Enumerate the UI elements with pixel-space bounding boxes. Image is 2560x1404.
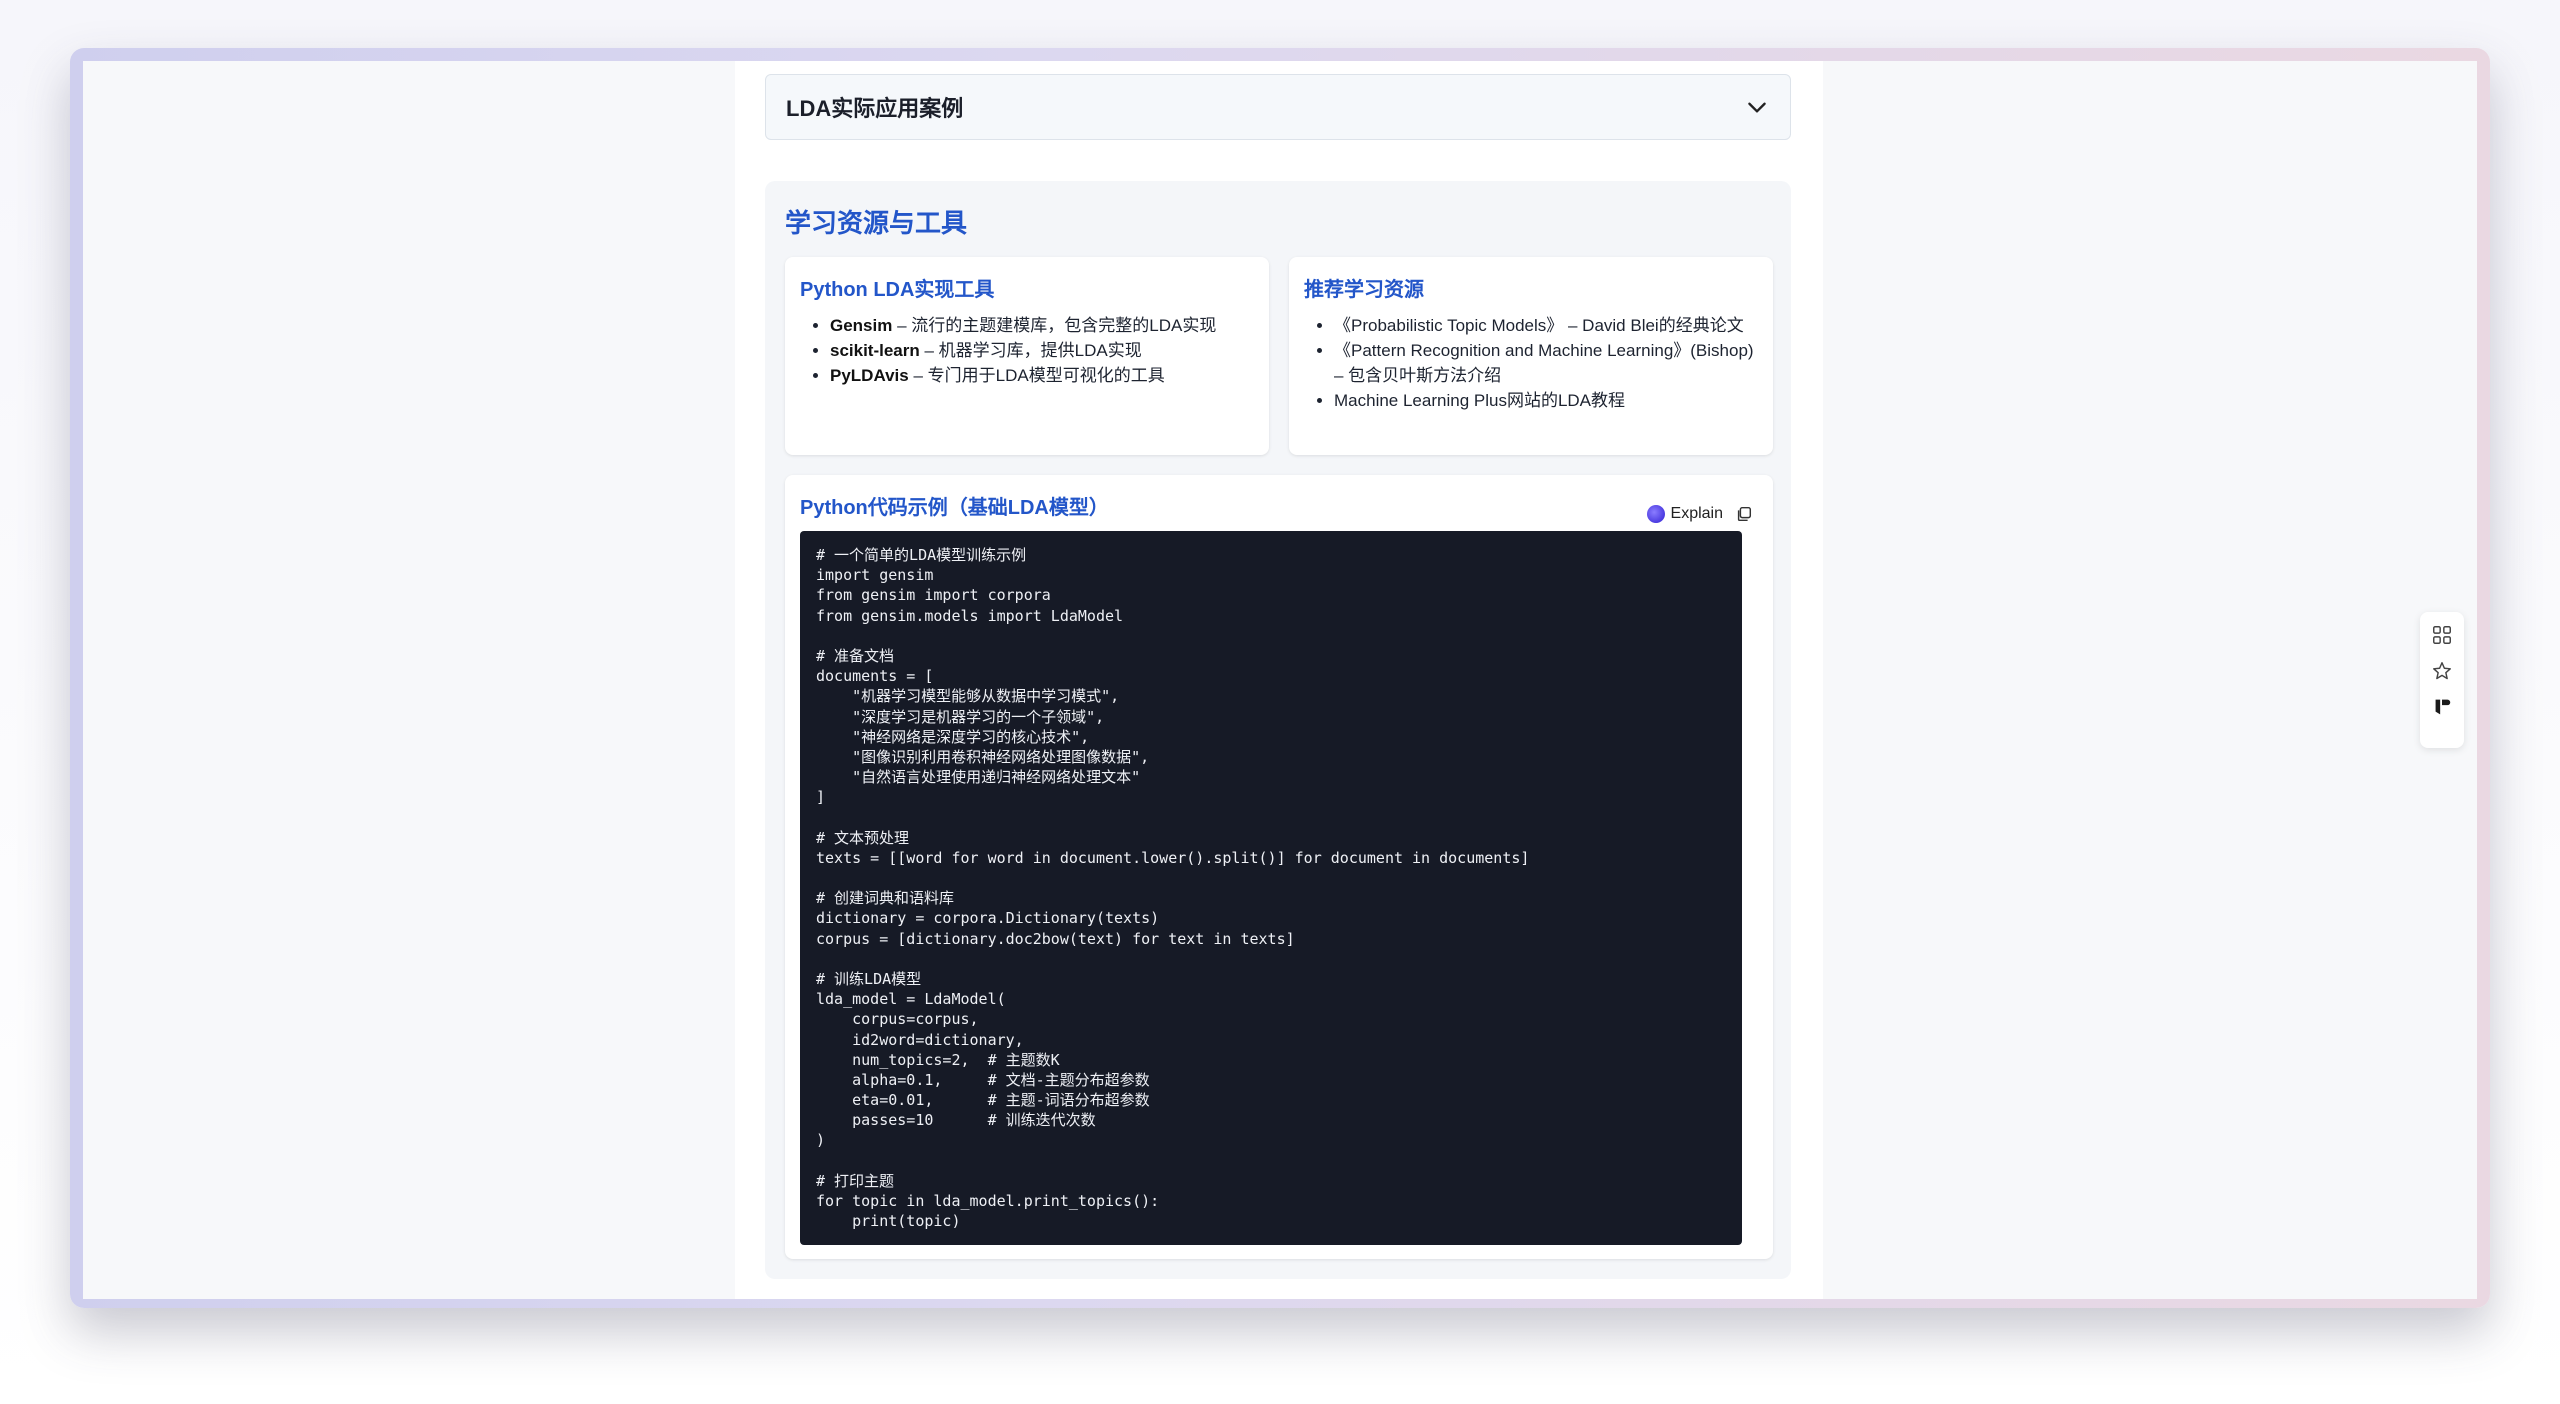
- learning-card-title: 推荐学习资源: [1304, 279, 1424, 301]
- code-line: corpus = [dictionary.doc2bow(text) for t…: [816, 929, 1295, 948]
- code-line: # 训练LDA模型: [816, 969, 922, 988]
- code-line: "机器学习模型能够从数据中学习模式",: [816, 687, 1120, 706]
- list-item: scikit-learn – 机器学习库，提供LDA实现: [830, 338, 1216, 363]
- chevron-down-icon[interactable]: [1744, 94, 1770, 120]
- tools-card: Python LDA实现工具 Gensim – 流行的主题建模库，包含完整的LD…: [785, 257, 1269, 455]
- grid-icon[interactable]: [2431, 624, 2453, 646]
- tools-card-title: Python LDA实现工具: [800, 279, 995, 301]
- code-line: import gensim: [816, 566, 934, 585]
- code-line: # 准备文档: [816, 646, 895, 665]
- code-card: Python代码示例（基础LDA模型） Explain # 一个简单的LDA模型…: [785, 475, 1773, 1259]
- accordion-lda-cases[interactable]: LDA实际应用案例: [765, 74, 1791, 140]
- main-content-column: LDA实际应用案例 学习资源与工具 Python LDA实现工具 Gensim …: [735, 61, 1823, 1299]
- accordion-title: LDA实际应用案例: [786, 96, 964, 121]
- learning-card: 推荐学习资源 《Probabilistic Topic Models》 – Da…: [1289, 257, 1773, 455]
- code-line: documents = [: [816, 667, 934, 686]
- brand-icon[interactable]: [2431, 696, 2453, 718]
- tool-desc: – 流行的主题建模库，包含完整的LDA实现: [892, 316, 1217, 335]
- section-title: 学习资源与工具: [785, 208, 968, 238]
- star-icon[interactable]: [2431, 660, 2453, 682]
- code-line: ]: [816, 788, 826, 807]
- code-line: eta=0.01, # 主题-词语分布超参数: [816, 1091, 1150, 1110]
- code-line: for topic in lda_model.print_topics():: [816, 1192, 1160, 1210]
- tools-list: Gensim – 流行的主题建模库，包含完整的LDA实现 scikit-lear…: [800, 313, 1216, 388]
- code-line: # 文本预处理: [816, 828, 910, 847]
- code-line: "神经网络是深度学习的核心技术",: [816, 727, 1090, 746]
- list-item: PyLDAvis – 专门用于LDA模型可视化的工具: [830, 363, 1216, 388]
- explain-button[interactable]: Explain: [1646, 505, 1723, 523]
- code-line: lda_model = LdaModel(: [816, 990, 1006, 1009]
- code-line: "深度学习是机器学习的一个子领域",: [816, 707, 1105, 726]
- tool-desc: – 专门用于LDA模型可视化的工具: [908, 366, 1165, 385]
- learning-list: 《Probabilistic Topic Models》 – David Ble…: [1304, 313, 1754, 413]
- tool-desc: – 机器学习库，提供LDA实现: [919, 341, 1142, 360]
- code-line: corpus=corpus,: [816, 1010, 979, 1029]
- code-line: # 打印主题: [816, 1171, 895, 1190]
- browser-window: LDA实际应用案例 学习资源与工具 Python LDA实现工具 Gensim …: [83, 61, 2477, 1299]
- code-line: ): [816, 1131, 826, 1150]
- explain-label: Explain: [1670, 505, 1723, 522]
- code-card-title: Python代码示例（基础LDA模型）: [800, 497, 1109, 519]
- list-item: Machine Learning Plus网站的LDA教程: [1334, 388, 1754, 413]
- code-line: "自然语言处理使用递归神经网络处理文本": [816, 768, 1141, 787]
- tool-name: PyLDAvis: [830, 366, 909, 385]
- code-line: num_topics=2, # 主题数K: [816, 1050, 1060, 1069]
- code-line: alpha=0.1, # 文档-主题分布超参数: [816, 1070, 1150, 1089]
- resources-section: 学习资源与工具 Python LDA实现工具 Gensim – 流行的主题建模库…: [765, 181, 1791, 1279]
- code-line: print(topic): [816, 1212, 961, 1231]
- explain-icon: [1646, 505, 1665, 523]
- code-line: id2word=dictionary,: [816, 1030, 1024, 1049]
- side-toolbar: [2420, 612, 2464, 748]
- code-toolbar: Explain: [1646, 505, 1753, 523]
- tool-name: scikit-learn: [830, 341, 920, 360]
- list-item: 《Pattern Recognition and Machine Learnin…: [1334, 338, 1754, 388]
- list-item: 《Probabilistic Topic Models》 – David Ble…: [1334, 313, 1754, 338]
- code-line: # 一个简单的LDA模型训练示例: [816, 546, 1027, 564]
- code-block[interactable]: # 一个简单的LDA模型训练示例 import gensim from gensim…: [800, 531, 1742, 1245]
- code-line: "图像识别利用卷积神经网络处理图像数据",: [816, 747, 1150, 766]
- tool-name: Gensim: [830, 316, 893, 335]
- code-line: # 创建词典和语料库: [816, 889, 955, 908]
- code-line: from gensim.models import LdaModel: [816, 606, 1124, 625]
- list-item: Gensim – 流行的主题建模库，包含完整的LDA实现: [830, 313, 1216, 338]
- copy-icon[interactable]: [1735, 505, 1753, 523]
- code-line: passes=10 # 训练迭代次数: [816, 1111, 1096, 1130]
- code-line: dictionary = corpora.Dictionary(texts): [816, 909, 1160, 928]
- code-line: texts = [[word for word in document.lowe…: [816, 848, 1530, 867]
- code-line: from gensim import corpora: [816, 586, 1051, 605]
